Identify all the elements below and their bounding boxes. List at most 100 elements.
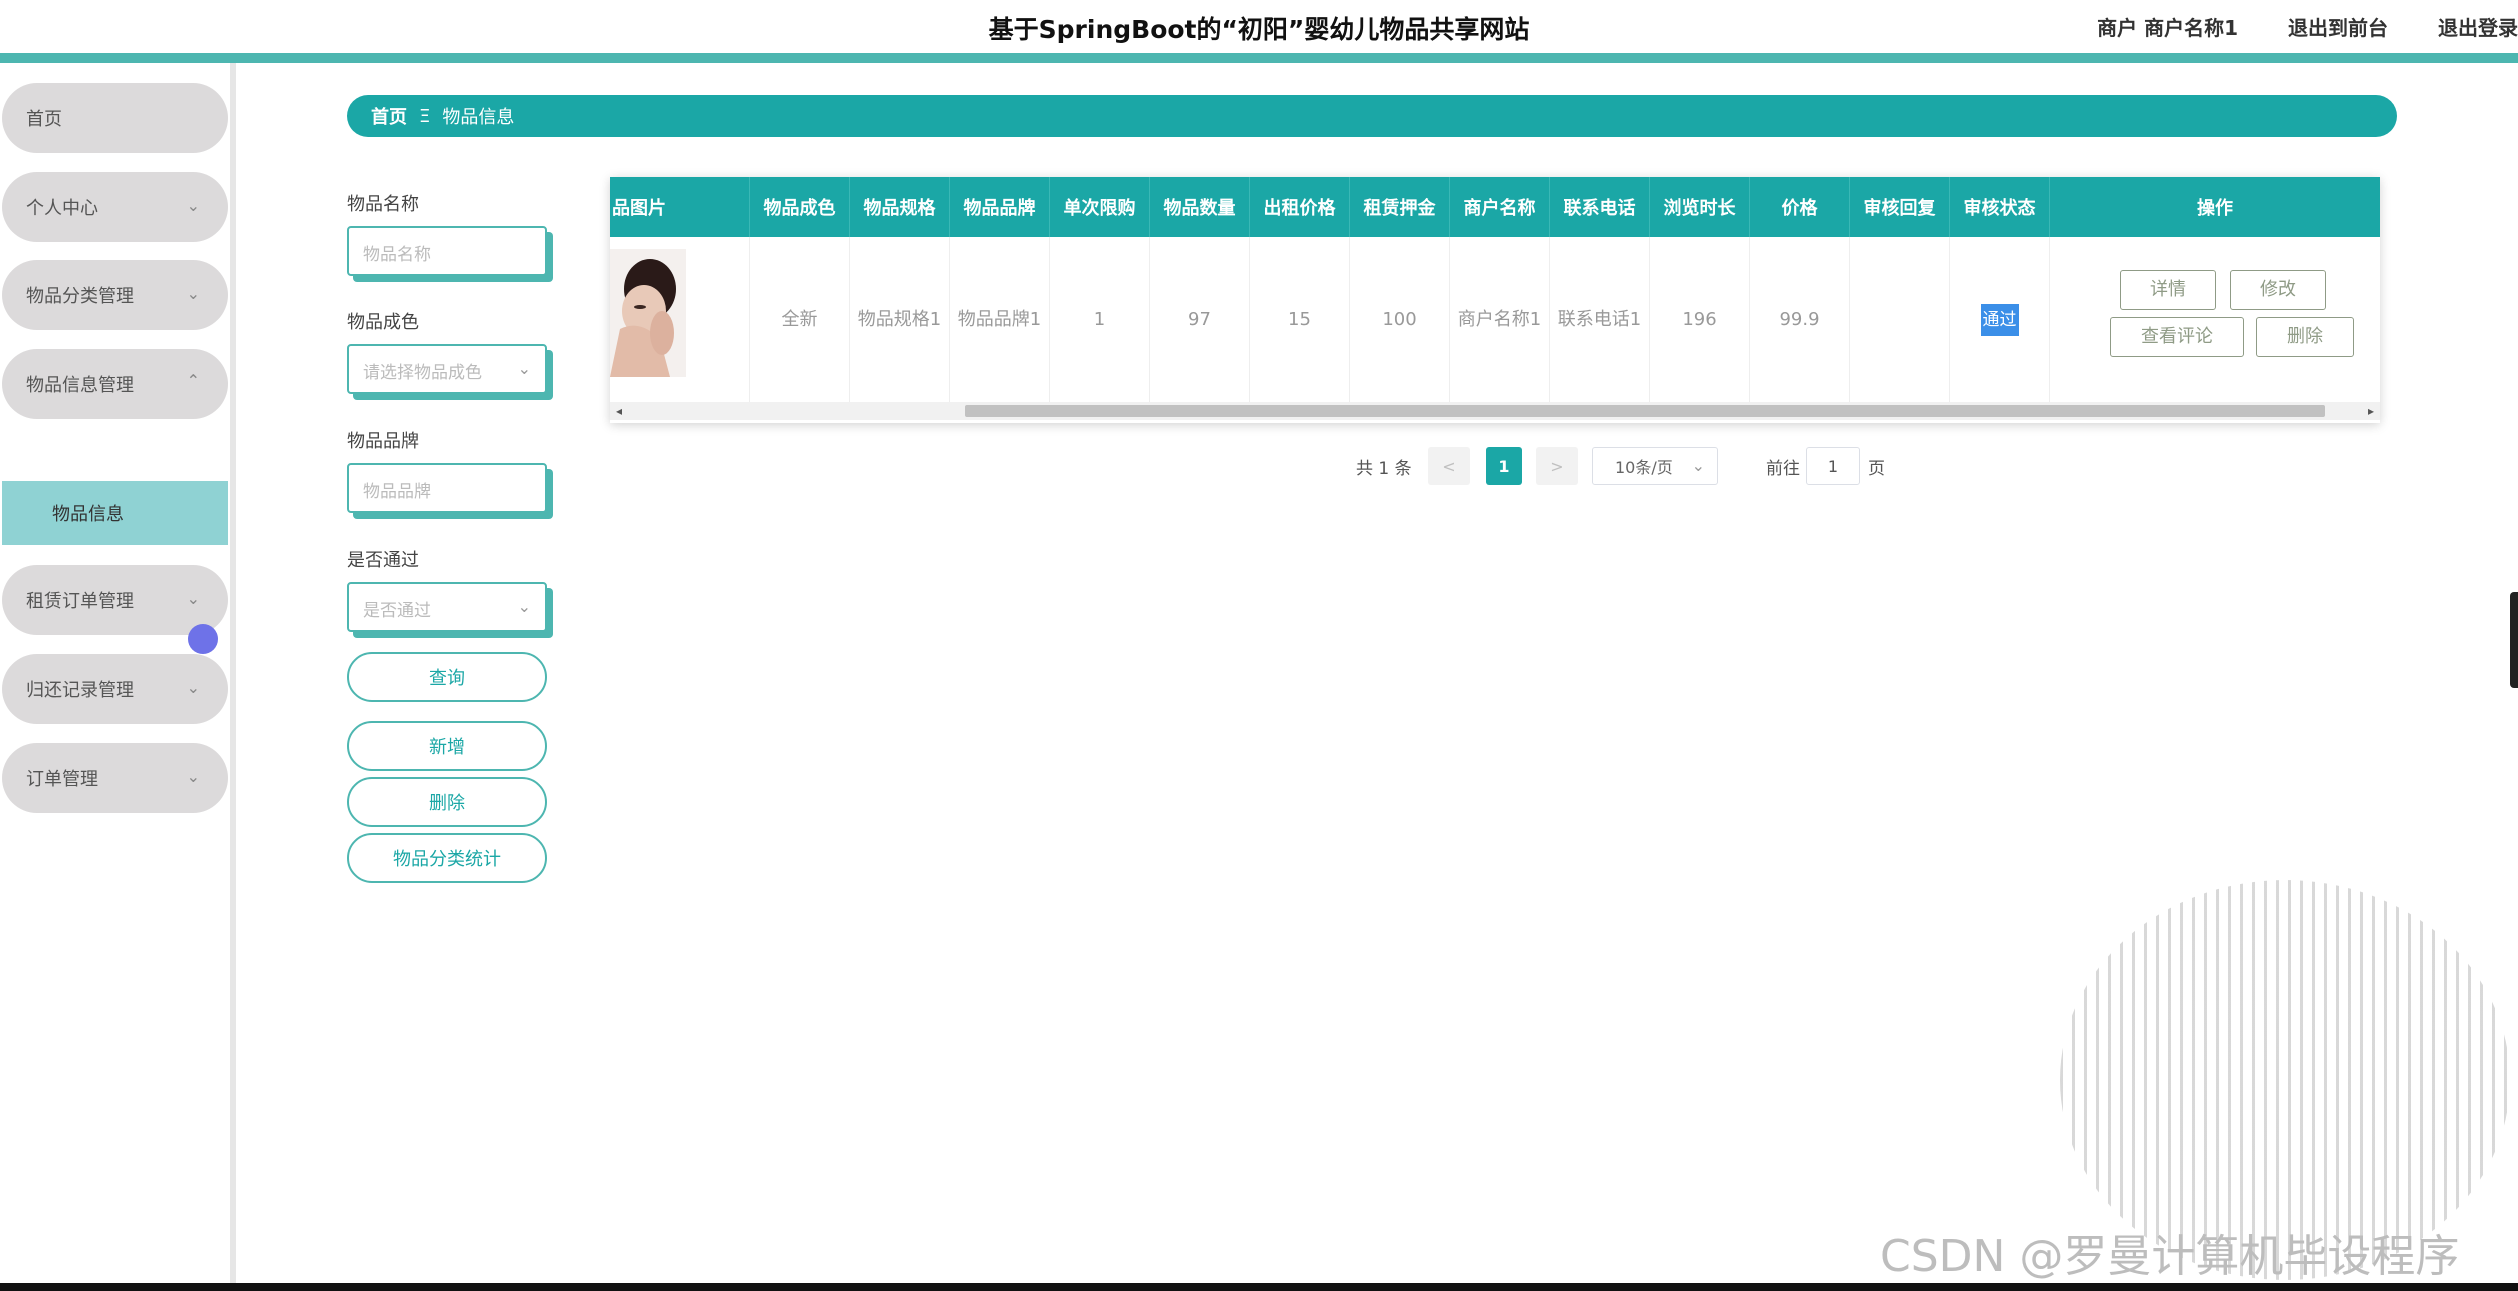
col-header-merchant: 商户名称 xyxy=(1450,177,1550,237)
chevron-down-icon: ⌄ xyxy=(517,359,531,378)
pagination-total: 共 1 条 xyxy=(1356,458,1412,479)
goods-condition-label: 物品成色 xyxy=(347,312,419,333)
col-header-limit: 单次限购 xyxy=(1050,177,1150,237)
col-header-status: 审核状态 xyxy=(1950,177,2050,237)
cell-limit: 1 xyxy=(1050,237,1150,402)
user-label: 商户 商户名称1 xyxy=(2097,16,2238,40)
goods-brand-input[interactable]: 物品品牌 xyxy=(347,463,547,513)
cell-brand: 物品品牌1 xyxy=(950,237,1050,402)
breadcrumb-home[interactable]: 首页 xyxy=(371,103,407,129)
sidebar-item-rental-orders[interactable]: 租赁订单管理 ⌄ xyxy=(2,565,228,635)
cell-spec: 物品规格1 xyxy=(850,237,950,402)
logout-link[interactable]: 退出登录 xyxy=(2438,12,2518,41)
sidebar-item-home[interactable]: 首页 xyxy=(2,83,228,153)
cell-image xyxy=(610,237,750,402)
col-header-phone: 联系电话 xyxy=(1550,177,1650,237)
goods-table: 品图片 物品成色 物品规格 物品品牌 单次限购 物品数量 出租价格 租赁押金 商… xyxy=(610,177,2380,423)
goto-label: 前往 xyxy=(1766,458,1800,479)
view-comments-button[interactable]: 查看评论 xyxy=(2110,317,2244,357)
cell-reply xyxy=(1850,237,1950,402)
category-stats-button[interactable]: 物品分类统计 xyxy=(347,833,547,883)
horizontal-scrollbar[interactable]: ◂ ▸ xyxy=(610,402,2380,420)
edge-handle[interactable] xyxy=(2510,592,2518,688)
scroll-right-icon[interactable]: ▸ xyxy=(2368,402,2374,420)
sidebar-item-label: 首页 xyxy=(26,109,62,130)
col-header-spec: 物品规格 xyxy=(850,177,950,237)
cell-actions: 详情 修改 查看评论 删除 xyxy=(2050,237,2380,402)
goto-suffix: 页 xyxy=(1868,458,1885,479)
chevron-down-icon: ⌄ xyxy=(186,678,200,697)
header-stripe xyxy=(0,53,2518,63)
goto-page-input[interactable]: 1 xyxy=(1806,447,1860,485)
status-badge: 通过 xyxy=(1980,303,2019,336)
chevron-up-icon: ⌃ xyxy=(186,371,200,390)
col-header-image: 品图片 xyxy=(610,177,750,237)
cell-rent-price: 15 xyxy=(1250,237,1350,402)
sidebar: 首页 个人中心 ⌄ 物品分类管理 ⌄ 物品信息管理 ⌃ 物品信息 租赁订单管理 … xyxy=(0,63,236,1283)
cell-deposit: 100 xyxy=(1350,237,1450,402)
sidebar-subitem-goods-info[interactable]: 物品信息 xyxy=(2,481,228,545)
sidebar-item-label: 订单管理 xyxy=(26,769,98,790)
breadcrumb: 首页 Ξ 物品信息 xyxy=(347,95,2397,137)
cell-browse: 196 xyxy=(1650,237,1750,402)
cell-quantity: 97 xyxy=(1150,237,1250,402)
sidebar-item-returns[interactable]: 归还记录管理 ⌄ xyxy=(2,654,228,724)
goods-condition-placeholder: 请选择物品成色 xyxy=(363,363,482,383)
col-header-deposit: 租赁押金 xyxy=(1350,177,1450,237)
goods-condition-select[interactable]: 请选择物品成色 ⌄ xyxy=(347,344,547,394)
bottom-bar xyxy=(0,1283,2518,1291)
goods-name-placeholder: 物品名称 xyxy=(363,245,431,265)
goods-brand-placeholder: 物品品牌 xyxy=(363,482,431,502)
cell-price: 99.9 xyxy=(1750,237,1850,402)
next-page-button[interactable]: > xyxy=(1536,447,1578,485)
query-button[interactable]: 查询 xyxy=(347,652,547,702)
table-row: 全新 物品规格1 物品品牌1 1 97 15 100 商户名称1 联系电话1 1… xyxy=(610,237,2380,402)
chevron-down-icon: ⌄ xyxy=(517,597,531,616)
header-links: 商户 商户名称1 退出到前台 退出登录 xyxy=(2097,12,2518,41)
top-bar: 基于SpringBoot的“初阳”婴幼儿物品共享网站 商户 商户名称1 退出到前… xyxy=(0,0,2518,63)
delete-button[interactable]: 删除 xyxy=(347,777,547,827)
cell-status: 通过 xyxy=(1950,237,2050,402)
prev-page-button[interactable]: < xyxy=(1428,447,1470,485)
col-header-browse: 浏览时长 xyxy=(1650,177,1750,237)
goods-name-input[interactable]: 物品名称 xyxy=(347,226,547,276)
goods-name-label: 物品名称 xyxy=(347,194,419,215)
col-header-brand: 物品品牌 xyxy=(950,177,1050,237)
col-header-actions: 操作 xyxy=(2197,198,2233,219)
scroll-left-icon[interactable]: ◂ xyxy=(616,402,622,420)
cell-condition: 全新 xyxy=(750,237,850,402)
cursor-indicator xyxy=(188,624,218,654)
sidebar-item-label: 归还记录管理 xyxy=(26,680,134,701)
pass-status-label: 是否通过 xyxy=(347,550,419,571)
sidebar-item-personal[interactable]: 个人中心 ⌄ xyxy=(2,172,228,242)
sidebar-item-goods-info[interactable]: 物品信息管理 ⌃ xyxy=(2,349,228,419)
cell-merchant: 商户名称1 xyxy=(1450,237,1550,402)
sidebar-item-label: 物品信息管理 xyxy=(26,375,134,396)
goods-brand-label: 物品品牌 xyxy=(347,431,419,452)
pass-status-placeholder: 是否通过 xyxy=(363,601,431,621)
sidebar-item-orders[interactable]: 订单管理 ⌄ xyxy=(2,743,228,813)
goods-thumbnail[interactable] xyxy=(610,249,686,377)
scroll-thumb[interactable] xyxy=(965,405,2325,417)
edit-button[interactable]: 修改 xyxy=(2230,270,2326,310)
cell-phone: 联系电话1 xyxy=(1550,237,1650,402)
col-header-condition: 物品成色 xyxy=(750,177,850,237)
breadcrumb-separator-icon: Ξ xyxy=(419,105,431,127)
row-delete-button[interactable]: 删除 xyxy=(2256,317,2354,357)
col-header-price: 价格 xyxy=(1750,177,1850,237)
col-header-rent-price: 出租价格 xyxy=(1250,177,1350,237)
sidebar-item-label: 租赁订单管理 xyxy=(26,591,134,612)
breadcrumb-current: 物品信息 xyxy=(442,107,515,128)
chevron-down-icon: ⌄ xyxy=(1691,456,1705,475)
page-size-value: 10条/页 xyxy=(1615,458,1673,477)
sidebar-item-category[interactable]: 物品分类管理 ⌄ xyxy=(2,260,228,330)
page-size-select[interactable]: 10条/页 ⌄ xyxy=(1592,447,1718,485)
page-1-button[interactable]: 1 xyxy=(1486,447,1522,485)
chevron-down-icon: ⌄ xyxy=(186,767,200,786)
col-header-reply: 审核回复 xyxy=(1850,177,1950,237)
detail-button[interactable]: 详情 xyxy=(2120,270,2216,310)
add-button[interactable]: 新增 xyxy=(347,721,547,771)
exit-to-front-link[interactable]: 退出到前台 xyxy=(2288,12,2388,41)
col-header-quantity: 物品数量 xyxy=(1150,177,1250,237)
pass-status-select[interactable]: 是否通过 ⌄ xyxy=(347,582,547,632)
